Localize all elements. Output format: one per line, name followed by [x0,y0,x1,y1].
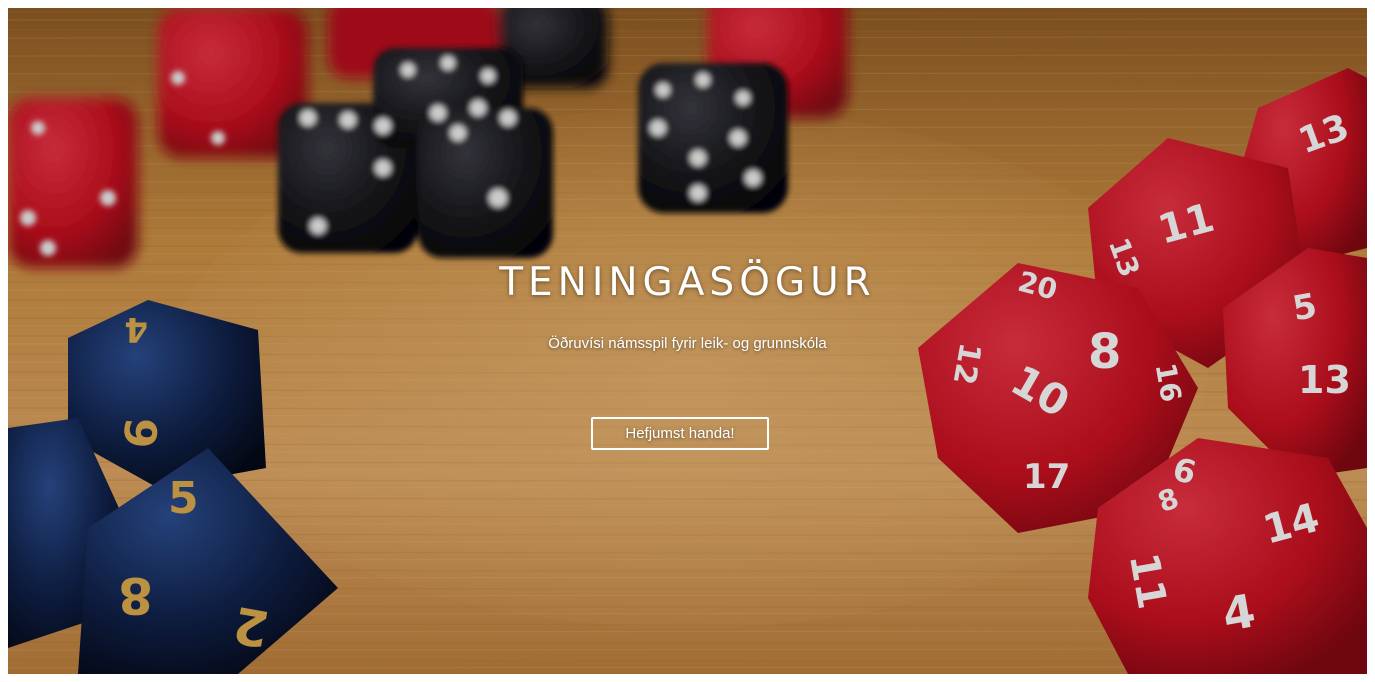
hero-section: 4 6 5 8 2 13 11 13 5 13 8 20 10 12 16 17… [8,8,1367,674]
hero-content: TENINGASÖGUR Öðruvísi námsspil fyrir lei… [8,8,1367,674]
hero-title: TENINGASÖGUR [499,260,876,305]
get-started-button[interactable]: Hefjumst handa! [591,417,769,450]
hero-subtitle: Öðruvísi námsspil fyrir leik- og grunnsk… [548,335,827,352]
